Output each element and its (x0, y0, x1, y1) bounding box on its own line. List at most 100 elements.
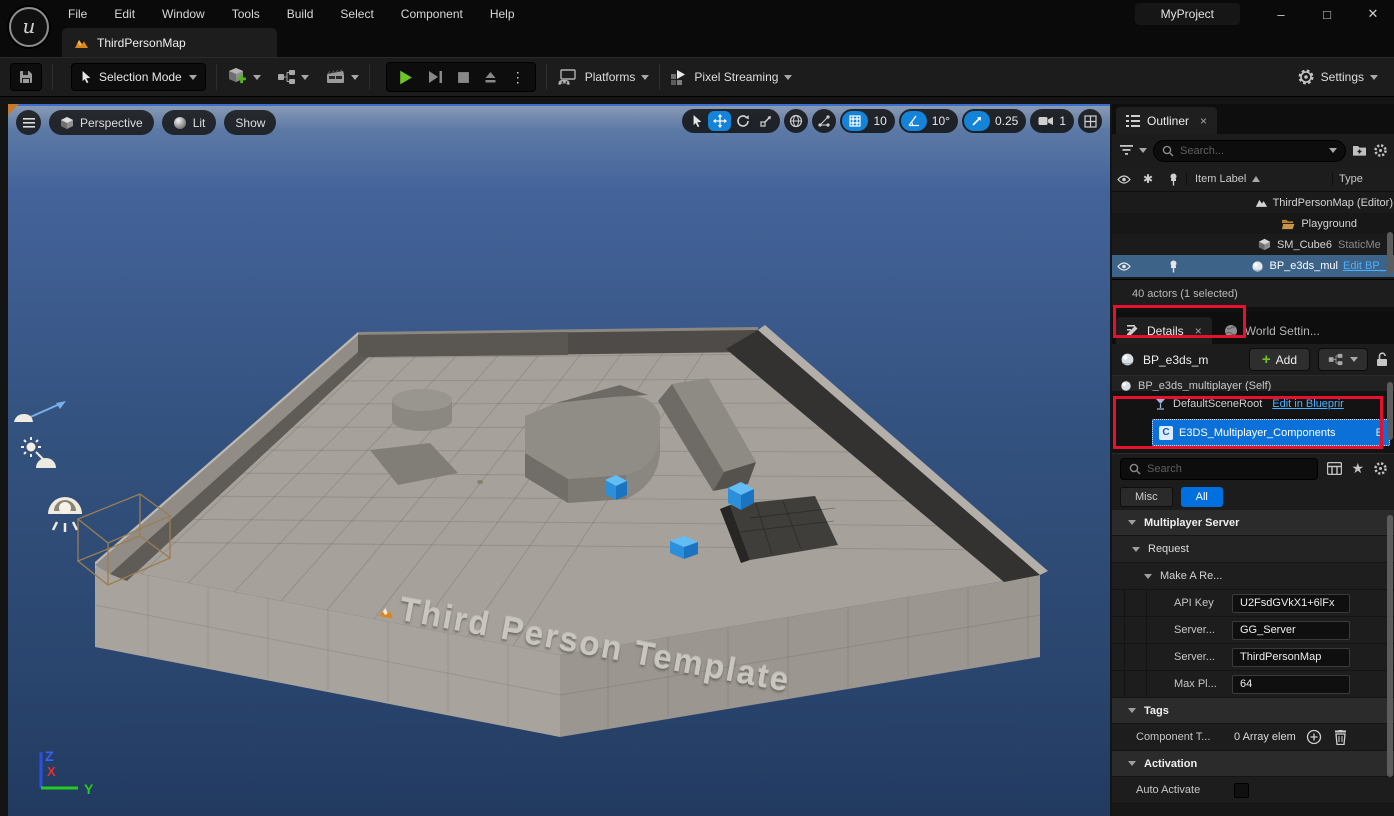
section-activation[interactable]: Activation (1112, 751, 1394, 777)
edit-in-blueprint-link[interactable]: Edit in Blueprir (1272, 398, 1344, 410)
display-options-icon[interactable] (1327, 462, 1342, 475)
static-mesh-icon (1258, 238, 1271, 251)
auto-activate-checkbox[interactable] (1234, 783, 1249, 798)
scale-snap-value: 0.25 (995, 114, 1018, 128)
server-map-field[interactable] (1232, 648, 1350, 667)
pin-column-header[interactable] (1160, 173, 1186, 186)
favorite-column-header[interactable]: ✱ (1136, 172, 1160, 186)
menu-file[interactable]: File (68, 7, 87, 21)
scale-snap-control[interactable]: 0.25 (962, 109, 1026, 133)
move-tool-button[interactable] (708, 111, 731, 131)
tab-details[interactable]: Details × (1116, 317, 1212, 344)
close-button[interactable]: ✕ (1366, 6, 1380, 22)
edit-bp-link[interactable]: Edit BP_ (1343, 260, 1386, 272)
outliner-search-input[interactable] (1180, 145, 1323, 157)
outliner-search[interactable] (1153, 140, 1346, 162)
pixel-streaming-dropdown[interactable]: Pixel Streaming (670, 69, 792, 86)
world-local-toggle[interactable] (784, 109, 808, 133)
cinematics-dropdown[interactable] (325, 69, 359, 85)
eye-icon[interactable] (1117, 262, 1131, 271)
menu-component[interactable]: Component (401, 7, 463, 21)
close-icon[interactable]: × (1195, 324, 1202, 338)
section-make-a-request[interactable]: Make A Re... (1112, 563, 1394, 590)
perspective-dropdown[interactable]: Perspective (49, 110, 154, 135)
chevron-down-icon[interactable] (1329, 148, 1337, 153)
chevron-down-icon[interactable] (1139, 148, 1147, 153)
grid-snap-control[interactable]: 10 (840, 109, 894, 133)
select-tool-button[interactable] (685, 111, 708, 131)
blueprints-dropdown[interactable] (277, 69, 309, 85)
api-key-field[interactable] (1232, 594, 1350, 613)
edit-link-clipped[interactable]: E (1376, 427, 1383, 439)
outliner-settings-gear-icon[interactable] (1373, 143, 1388, 158)
add-component-button[interactable]: + Add (1249, 348, 1310, 371)
tab-outliner[interactable]: Outliner × (1116, 107, 1217, 134)
blueprint-actions-dropdown[interactable] (1318, 348, 1368, 371)
unlock-icon[interactable] (1376, 352, 1388, 367)
viewport-options-button[interactable] (16, 110, 41, 135)
details-scrollbar[interactable] (1387, 515, 1393, 777)
settings-dropdown[interactable]: Settings (1297, 68, 1378, 86)
level-viewport[interactable]: Z X Y Perspective (8, 104, 1110, 816)
close-icon[interactable]: × (1200, 114, 1207, 128)
rotate-tool-button[interactable] (731, 111, 754, 131)
minimize-button[interactable]: – (1274, 7, 1288, 22)
item-label-column-header[interactable]: Item Label (1186, 173, 1332, 185)
lit-dropdown[interactable]: Lit (162, 110, 217, 135)
tab-world-settings[interactable]: World Settin... (1214, 317, 1330, 344)
more-options-icon[interactable]: ⋮ (511, 69, 525, 86)
scale-tool-button[interactable] (754, 111, 777, 131)
menu-help[interactable]: Help (490, 7, 515, 21)
pin-icon[interactable] (1169, 260, 1178, 273)
component-row-self[interactable]: BP_e3ds_multiplayer (Self) (1112, 376, 1394, 391)
axis-x-label: X (47, 764, 56, 779)
add-actor-dropdown[interactable] (227, 67, 261, 87)
component-row-e3ds-multiplayer[interactable]: C E3DS_Multiplayer_Components E (1152, 419, 1390, 446)
type-column-header[interactable]: Type (1332, 173, 1394, 185)
add-element-icon[interactable] (1306, 729, 1322, 745)
save-button[interactable] (10, 63, 42, 91)
tab-thirdpersonmap[interactable]: ThirdPersonMap (62, 28, 277, 57)
new-folder-icon[interactable] (1352, 144, 1367, 157)
rotation-snap-control[interactable]: 10° (899, 109, 958, 133)
unreal-logo-icon[interactable]: u (9, 7, 49, 47)
outliner-row-thirdpersonmap[interactable]: ThirdPersonMap (Editor) (1112, 192, 1394, 213)
details-search-input[interactable] (1147, 463, 1309, 475)
stop-icon[interactable] (457, 71, 470, 84)
show-dropdown[interactable]: Show (224, 110, 276, 135)
section-tags[interactable]: Tags (1112, 698, 1394, 724)
favorites-star-icon[interactable]: ★ (1351, 460, 1364, 477)
menu-edit[interactable]: Edit (114, 7, 135, 21)
section-multiplayer-server[interactable]: Multiplayer Server (1112, 510, 1394, 536)
menu-window[interactable]: Window (162, 7, 205, 21)
max-players-field[interactable] (1232, 675, 1350, 694)
selection-mode-dropdown[interactable]: Selection Mode (71, 63, 206, 91)
outliner-row-smcube6[interactable]: SM_Cube6 StaticMe (1112, 234, 1394, 255)
quad-view-button[interactable] (1078, 109, 1102, 133)
filter-icon[interactable] (1120, 145, 1133, 156)
platforms-dropdown[interactable]: Platforms (557, 69, 650, 86)
outliner-row-playground[interactable]: Playground (1112, 213, 1394, 234)
menu-build[interactable]: Build (287, 7, 314, 21)
menu-tools[interactable]: Tools (232, 7, 260, 21)
component-row-scene-root[interactable]: DefaultSceneRoot Edit in Blueprir (1112, 391, 1394, 417)
camera-speed-control[interactable]: 1 (1030, 109, 1074, 133)
eject-icon[interactable] (483, 70, 498, 84)
maximize-button[interactable]: □ (1320, 7, 1334, 22)
skip-icon[interactable] (427, 69, 444, 85)
menu-select[interactable]: Select (340, 7, 373, 21)
trash-icon[interactable] (1334, 730, 1347, 745)
filter-misc-button[interactable]: Misc (1120, 487, 1173, 507)
details-settings-gear-icon[interactable] (1373, 461, 1388, 476)
server-name-field[interactable] (1232, 621, 1350, 640)
details-search[interactable] (1120, 458, 1318, 480)
outliner-scrollbar[interactable] (1387, 232, 1393, 274)
play-icon[interactable] (397, 69, 414, 86)
surface-snapping-button[interactable] (812, 109, 836, 133)
sort-ascending-icon (1252, 176, 1260, 182)
outliner-row-bp-e3ds[interactable]: BP_e3ds_mul Edit BP_ (1112, 255, 1394, 277)
visibility-column-header[interactable] (1112, 175, 1136, 184)
section-request[interactable]: Request (1112, 536, 1394, 563)
component-tree-scrollbar[interactable] (1387, 382, 1393, 440)
filter-all-button[interactable]: All (1181, 487, 1223, 507)
